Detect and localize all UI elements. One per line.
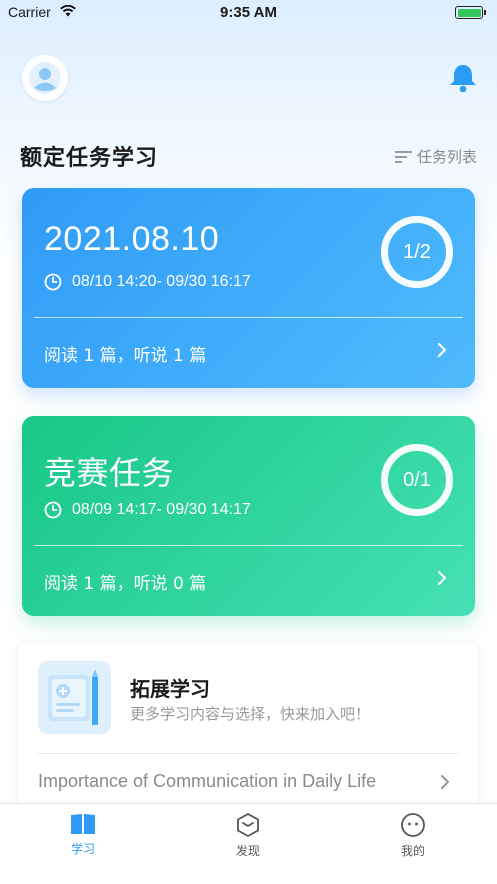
book-icon	[71, 814, 95, 834]
divider	[34, 545, 463, 546]
task-card-summary: 阅读 1 篇，听说 1 篇	[44, 346, 207, 366]
clock-icon	[44, 273, 62, 291]
sort-icon	[394, 150, 412, 163]
progress-label: 0/1	[403, 468, 431, 491]
extended-learning-subtitle: 更多学习内容与选择，快来加入吧！	[130, 705, 371, 723]
chevron-right-icon	[437, 570, 447, 586]
tab-label: 我的	[400, 844, 425, 858]
tab-discover[interactable]: 发现	[208, 812, 288, 859]
task-card-summary: 阅读 1 篇，听说 0 篇	[44, 574, 207, 594]
article-title: Importance of Communication in Daily Lif…	[38, 771, 377, 791]
task-card-title: 2021.08.10	[44, 220, 220, 258]
avatar[interactable]	[22, 55, 68, 101]
task-list-button[interactable]: 任务列表	[394, 146, 477, 167]
progress-ring: 1/2	[381, 216, 453, 288]
article-list-item[interactable]: Importance of Communication in Daily Lif…	[38, 771, 458, 792]
task-card-title: 竞赛任务	[44, 454, 175, 492]
discover-icon	[237, 813, 259, 837]
chevron-right-icon	[437, 342, 447, 358]
tab-mine[interactable]: 我的	[373, 812, 453, 859]
clock-icon	[44, 501, 62, 519]
task-card[interactable]: 2021.08.10 08/10 14:20- 09/30 16:17 1/2 …	[22, 188, 475, 388]
page-title: 额定任务学习	[20, 146, 159, 171]
task-card-time-range: 08/10 14:20- 09/30 16:17	[72, 273, 251, 290]
tab-study[interactable]: 学习	[43, 812, 123, 857]
task-card-time: 08/10 14:20- 09/30 16:17	[44, 273, 251, 291]
user-avatar-icon	[29, 62, 61, 94]
divider	[34, 317, 463, 318]
task-card-time-range: 08/09 14:17- 09/30 14:17	[72, 501, 251, 518]
chevron-right-icon	[441, 775, 449, 789]
profile-face-icon	[401, 813, 425, 837]
battery-icon	[455, 6, 486, 19]
progress-label: 1/2	[403, 240, 431, 263]
extended-learning-card[interactable]: 拓展学习 更多学习内容与选择，快来加入吧！ Importance of Comm…	[18, 643, 478, 813]
tab-label: 学习	[70, 842, 95, 856]
bell-icon[interactable]	[447, 62, 479, 94]
divider	[38, 753, 458, 754]
status-time: 9:35 AM	[220, 4, 277, 21]
tab-bar: 学习 发现 我的	[0, 803, 497, 884]
extended-learning-icon	[38, 661, 111, 734]
task-list-label: 任务列表	[416, 148, 477, 166]
task-card-time: 08/09 14:17- 09/30 14:17	[44, 501, 251, 519]
extended-learning-title: 拓展学习	[130, 677, 210, 701]
tab-label: 发现	[235, 844, 260, 858]
status-bar: Carrier 9:35 AM	[0, 0, 497, 26]
progress-ring: 0/1	[381, 444, 453, 516]
task-card[interactable]: 竞赛任务 08/09 14:17- 09/30 14:17 0/1 阅读 1 篇…	[22, 416, 475, 616]
